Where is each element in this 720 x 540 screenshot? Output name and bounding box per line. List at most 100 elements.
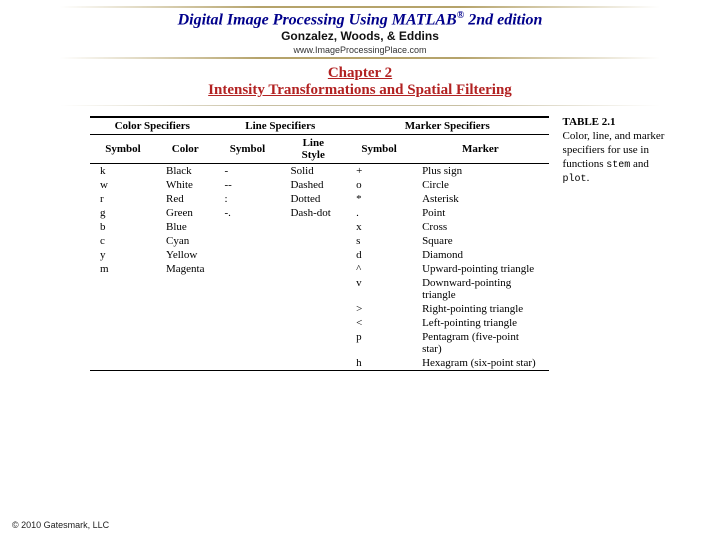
table-cell bbox=[280, 316, 346, 330]
table-cell: r bbox=[90, 192, 156, 206]
group-header: Line Specifiers bbox=[214, 118, 346, 135]
table-row: pPentagram (five-point star) bbox=[90, 330, 549, 356]
table-cell bbox=[214, 234, 280, 248]
table-cell: : bbox=[214, 192, 280, 206]
table-cell: . bbox=[346, 206, 412, 220]
col-header: Symbol bbox=[90, 135, 156, 164]
table-cell: White bbox=[156, 178, 214, 192]
group-header: Marker Specifiers bbox=[346, 118, 548, 135]
table-cell: Red bbox=[156, 192, 214, 206]
table-cell bbox=[156, 330, 214, 356]
table-cell: x bbox=[346, 220, 412, 234]
table-cell: p bbox=[346, 330, 412, 356]
caption-text: . bbox=[587, 172, 590, 184]
table-cell: Plus sign bbox=[412, 164, 548, 179]
table-cell: Green bbox=[156, 206, 214, 220]
caption-text: and bbox=[630, 158, 649, 170]
table-row: kBlack-Solid+Plus sign bbox=[90, 164, 549, 179]
table-cell bbox=[214, 220, 280, 234]
specifiers-table: Color Specifiers Line Specifiers Marker … bbox=[90, 118, 549, 370]
table-cell bbox=[214, 248, 280, 262]
table-row: rRed:Dotted*Asterisk bbox=[90, 192, 549, 206]
group-header: Color Specifiers bbox=[90, 118, 214, 135]
book-title: Digital Image Processing Using MATLAB® 2… bbox=[0, 10, 720, 29]
table-cell bbox=[280, 262, 346, 276]
table-cell: d bbox=[346, 248, 412, 262]
table-cell bbox=[280, 356, 346, 370]
table-cell bbox=[156, 276, 214, 302]
table-cell: - bbox=[214, 164, 280, 179]
table-cell bbox=[280, 276, 346, 302]
table-row: wWhite--DashedoCircle bbox=[90, 178, 549, 192]
table-row: mMagenta ^Upward-pointing triangle bbox=[90, 262, 549, 276]
header-divider-bottom bbox=[60, 57, 660, 59]
table-cell bbox=[214, 316, 280, 330]
col-header: Line Style bbox=[280, 135, 346, 164]
table-cell: Pentagram (five-point star) bbox=[412, 330, 548, 356]
table-cell: Right-pointing triangle bbox=[412, 302, 548, 316]
table-row: bBluexCross bbox=[90, 220, 549, 234]
table-cell: Left-pointing triangle bbox=[412, 316, 548, 330]
caption-label: TABLE 2.1 bbox=[563, 116, 616, 128]
table-row: hHexagram (six-point star) bbox=[90, 356, 549, 370]
table-row: vDownward-pointing triangle bbox=[90, 276, 549, 302]
table-cell: Dashed bbox=[280, 178, 346, 192]
table-group-row: Color Specifiers Line Specifiers Marker … bbox=[90, 118, 549, 135]
table-cell bbox=[280, 248, 346, 262]
table-cell bbox=[90, 276, 156, 302]
caption-fn: plot bbox=[563, 174, 587, 185]
table-cell: Asterisk bbox=[412, 192, 548, 206]
chapter-divider bbox=[60, 105, 660, 106]
table-cell: y bbox=[90, 248, 156, 262]
table-row: <Left-pointing triangle bbox=[90, 316, 549, 330]
table-cell bbox=[280, 234, 346, 248]
table-cell: Magenta bbox=[156, 262, 214, 276]
table-cell: Diamond bbox=[412, 248, 548, 262]
table-cell: Circle bbox=[412, 178, 548, 192]
title-post: 2nd edition bbox=[464, 11, 542, 28]
table-cell bbox=[280, 330, 346, 356]
table-cell: c bbox=[90, 234, 156, 248]
table-row: yYellowdDiamond bbox=[90, 248, 549, 262]
table-cell bbox=[214, 302, 280, 316]
caption-fn: stem bbox=[606, 160, 630, 171]
table-cell: m bbox=[90, 262, 156, 276]
col-header: Symbol bbox=[346, 135, 412, 164]
title-pre: Digital Image Processing Using MATLAB bbox=[178, 11, 457, 28]
table-cell: Solid bbox=[280, 164, 346, 179]
table-cell: ^ bbox=[346, 262, 412, 276]
table-cell: Downward-pointing triangle bbox=[412, 276, 548, 302]
table-cell bbox=[156, 302, 214, 316]
table-cell: k bbox=[90, 164, 156, 179]
table-cell: Upward-pointing triangle bbox=[412, 262, 548, 276]
table-cell bbox=[90, 356, 156, 370]
table-cell: Cross bbox=[412, 220, 548, 234]
table-caption: TABLE 2.1 Color, line, and marker specif… bbox=[563, 116, 670, 186]
header-divider-top bbox=[60, 6, 660, 8]
table-cell bbox=[156, 316, 214, 330]
table-cell: h bbox=[346, 356, 412, 370]
table-cell: Cyan bbox=[156, 234, 214, 248]
table-cell bbox=[90, 316, 156, 330]
table-cell: Black bbox=[156, 164, 214, 179]
table-cell: s bbox=[346, 234, 412, 248]
table-row: gGreen-.Dash-dot.Point bbox=[90, 206, 549, 220]
table-cell: Blue bbox=[156, 220, 214, 234]
table-cell: o bbox=[346, 178, 412, 192]
table-cell: w bbox=[90, 178, 156, 192]
col-header: Marker bbox=[412, 135, 548, 164]
authors: Gonzalez, Woods, & Eddins bbox=[0, 29, 720, 43]
table-cell: < bbox=[346, 316, 412, 330]
table-cell: + bbox=[346, 164, 412, 179]
table-cell bbox=[90, 330, 156, 356]
col-header: Symbol bbox=[214, 135, 280, 164]
table-cell: Dash-dot bbox=[280, 206, 346, 220]
table-cell: * bbox=[346, 192, 412, 206]
table-row: >Right-pointing triangle bbox=[90, 302, 549, 316]
table-cell bbox=[280, 220, 346, 234]
table-cell bbox=[90, 302, 156, 316]
chapter-number: Chapter 2 bbox=[0, 65, 720, 82]
table-cell: Square bbox=[412, 234, 548, 248]
table-cell: Dotted bbox=[280, 192, 346, 206]
table-cell: Hexagram (six-point star) bbox=[412, 356, 548, 370]
